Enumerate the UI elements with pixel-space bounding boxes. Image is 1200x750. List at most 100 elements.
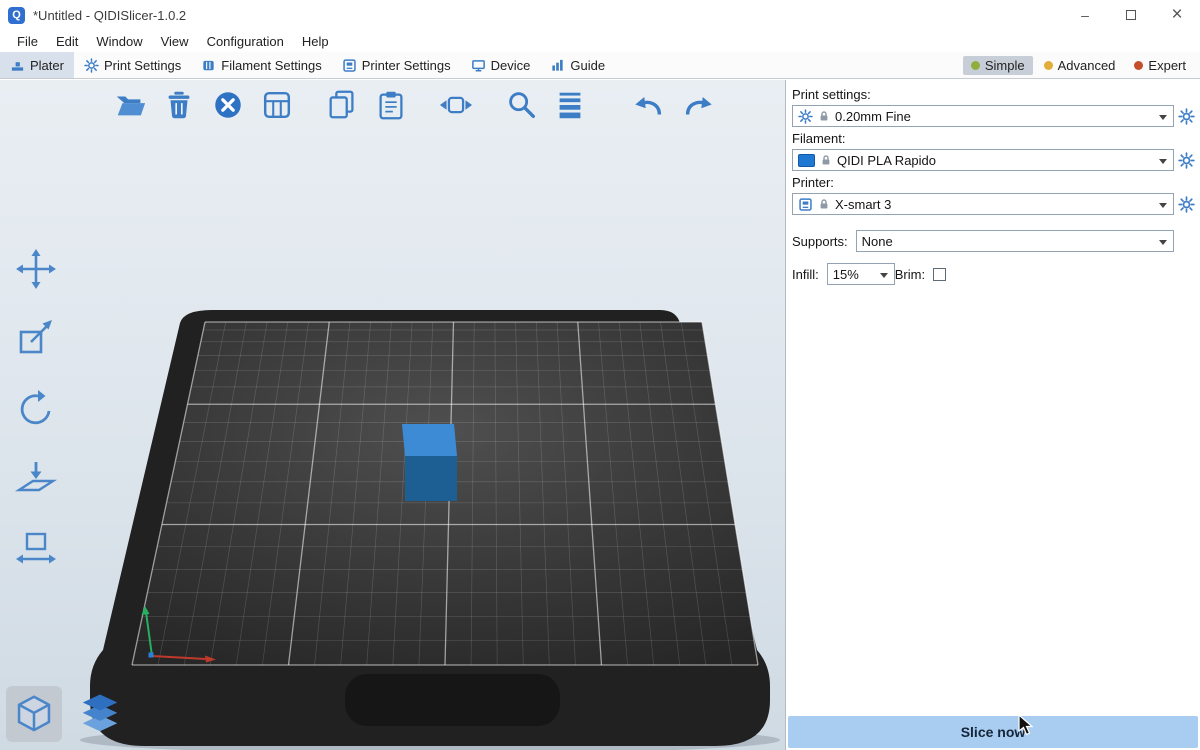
menu-help[interactable]: Help	[293, 32, 338, 51]
trash-icon	[162, 88, 196, 122]
app-icon: Q	[8, 7, 25, 24]
search-button[interactable]	[503, 87, 539, 123]
open-folder-icon	[113, 88, 147, 122]
gear-icon	[84, 58, 99, 73]
tab-plater-label: Plater	[30, 58, 64, 73]
tab-device[interactable]: Device	[461, 52, 541, 78]
printer-gear-button[interactable]	[1177, 195, 1196, 214]
supports-value: None	[862, 234, 893, 249]
lock-icon	[818, 110, 830, 122]
slice-now-button[interactable]: Slice now	[788, 716, 1198, 748]
mirror-icon	[14, 527, 58, 571]
tab-guide[interactable]: Guide	[540, 52, 615, 78]
top-toolbar	[112, 87, 716, 123]
paste-icon	[374, 88, 408, 122]
3d-cube-icon	[11, 691, 57, 737]
printer-combo[interactable]: X-smart 3	[792, 193, 1174, 215]
place-on-face-icon	[14, 457, 58, 501]
delete-button[interactable]	[161, 87, 197, 123]
filament-gear-button[interactable]	[1177, 151, 1196, 170]
device-icon	[471, 58, 486, 73]
menu-file[interactable]: File	[8, 32, 47, 51]
print-settings-value: 0.20mm Fine	[835, 109, 911, 124]
brim-checkbox[interactable]	[933, 268, 946, 281]
editor-view-button[interactable]	[6, 686, 62, 742]
menu-edit[interactable]: Edit	[47, 32, 87, 51]
printer-handle	[345, 674, 560, 726]
chevron-down-icon	[1159, 115, 1167, 120]
delete-all-button[interactable]	[210, 87, 246, 123]
guide-icon	[550, 58, 565, 73]
brim-label: Brim:	[895, 267, 925, 282]
search-icon	[504, 88, 538, 122]
mode-switcher: Simple Advanced Expert	[963, 52, 1200, 78]
move-tool-button[interactable]	[10, 246, 62, 292]
place-on-face-tool-button[interactable]	[10, 456, 62, 502]
model-cube[interactable]	[402, 424, 457, 501]
gear-icon	[798, 109, 813, 124]
arrange-icon	[260, 88, 294, 122]
mode-simple-label: Simple	[985, 58, 1025, 73]
scale-tool-button[interactable]	[10, 316, 62, 362]
gear-icon	[1178, 108, 1195, 125]
filament-icon	[201, 58, 216, 73]
maximize-button[interactable]	[1108, 0, 1154, 30]
close-button[interactable]: ×	[1154, 0, 1200, 30]
copy-icon	[325, 88, 359, 122]
tab-filament-settings[interactable]: Filament Settings	[191, 52, 331, 78]
rotate-icon	[14, 387, 58, 431]
supports-combo[interactable]: None	[856, 230, 1174, 252]
variable-layer-height-icon	[553, 88, 587, 122]
3d-viewport[interactable]	[0, 80, 785, 750]
printer-value: X-smart 3	[835, 197, 891, 212]
lock-icon	[820, 154, 832, 166]
maximize-icon	[1126, 10, 1136, 20]
variable-layer-height-button[interactable]	[552, 87, 588, 123]
print-settings-label: Print settings:	[792, 87, 1196, 102]
lock-icon	[818, 198, 830, 210]
tab-print-settings[interactable]: Print Settings	[74, 52, 191, 78]
tab-filament-settings-label: Filament Settings	[221, 58, 321, 73]
mode-simple[interactable]: Simple	[963, 56, 1033, 75]
tab-printer-settings[interactable]: Printer Settings	[332, 52, 461, 78]
printer-label: Printer:	[792, 175, 1196, 190]
open-button[interactable]	[112, 87, 148, 123]
print-settings-combo[interactable]: 0.20mm Fine	[792, 105, 1174, 127]
filament-combo[interactable]: QIDI PLA Rapido	[792, 149, 1174, 171]
chevron-down-icon	[1159, 159, 1167, 164]
scale-icon	[14, 317, 58, 361]
paste-button[interactable]	[373, 87, 409, 123]
plater-icon	[10, 58, 25, 73]
rotate-tool-button[interactable]	[10, 386, 62, 432]
tabbar: Plater Print Settings Filament Settings …	[0, 52, 1200, 79]
filament-value: QIDI PLA Rapido	[837, 153, 936, 168]
window-title: *Untitled - QIDISlicer-1.0.2	[33, 8, 186, 23]
undo-icon	[632, 88, 666, 122]
tab-printer-settings-label: Printer Settings	[362, 58, 451, 73]
copy-button[interactable]	[324, 87, 360, 123]
menu-window[interactable]: Window	[87, 32, 151, 51]
minimize-button[interactable]: –	[1062, 0, 1108, 30]
view-toolbar	[6, 686, 128, 742]
arrange-button[interactable]	[259, 87, 295, 123]
menu-configuration[interactable]: Configuration	[198, 32, 293, 51]
tab-plater[interactable]: Plater	[0, 52, 74, 78]
infill-label: Infill:	[792, 267, 819, 282]
undo-button[interactable]	[631, 87, 667, 123]
mode-advanced-label: Advanced	[1058, 58, 1116, 73]
redo-button[interactable]	[680, 87, 716, 123]
3d-scene[interactable]	[0, 80, 785, 750]
print-settings-gear-button[interactable]	[1177, 107, 1196, 126]
preview-view-button[interactable]	[72, 686, 128, 742]
mode-advanced[interactable]: Advanced	[1036, 56, 1124, 75]
layers-view-icon	[77, 691, 123, 737]
mode-expert[interactable]: Expert	[1126, 56, 1194, 75]
split-objects-icon	[439, 88, 473, 122]
redo-icon	[681, 88, 715, 122]
infill-combo[interactable]: 15%	[827, 263, 895, 285]
mirror-tool-button[interactable]	[10, 526, 62, 572]
split-objects-button[interactable]	[438, 87, 474, 123]
chevron-down-icon	[1159, 203, 1167, 208]
settings-sidebar: Print settings: 0.20mm Fine Filament: QI…	[785, 80, 1200, 750]
menu-view[interactable]: View	[152, 32, 198, 51]
